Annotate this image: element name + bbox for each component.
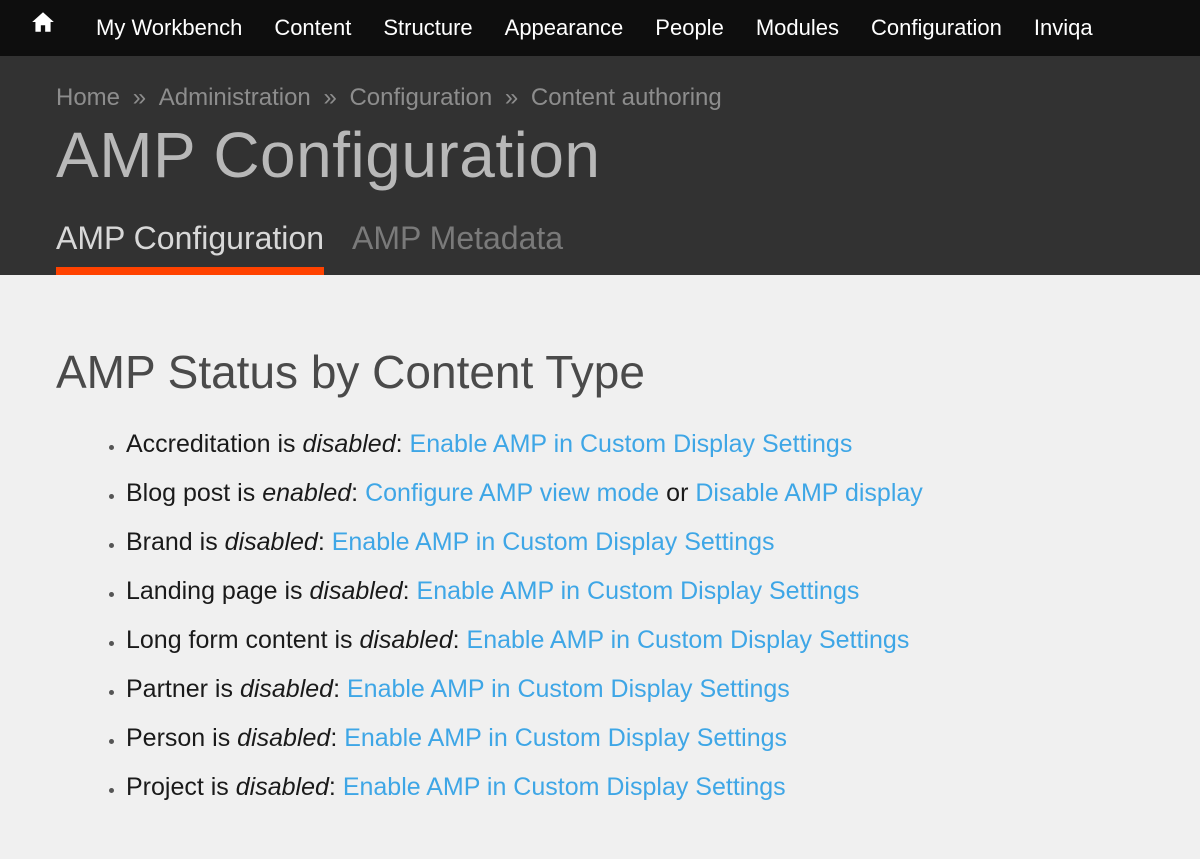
- content-type-row: Brand is disabled: Enable AMP in Custom …: [126, 525, 1144, 560]
- content-type-name: Project is: [126, 773, 236, 801]
- content-type-state: enabled: [262, 479, 351, 507]
- tab-bar: AMP Configuration AMP Metadata: [56, 220, 1144, 275]
- content-type-row: Partner is disabled: Enable AMP in Custo…: [126, 672, 1144, 707]
- breadcrumb-separator: »: [317, 84, 344, 111]
- disable-amp-link[interactable]: Disable AMP display: [695, 479, 922, 507]
- content-type-row: Project is disabled: Enable AMP in Custo…: [126, 770, 1144, 805]
- nav-item-inviqa[interactable]: Inviqa: [1018, 0, 1109, 56]
- page-header: Home » Administration » Configuration » …: [0, 56, 1200, 275]
- content-type-state: disabled: [236, 773, 329, 801]
- content-type-row: Long form content is disabled: Enable AM…: [126, 623, 1144, 658]
- enable-amp-link[interactable]: Enable AMP in Custom Display Settings: [410, 430, 853, 458]
- breadcrumb-link[interactable]: Configuration: [349, 84, 492, 111]
- content-type-state: disabled: [359, 626, 452, 654]
- content-type-name: Partner is: [126, 675, 240, 703]
- main-content: AMP Status by Content Type Accreditation…: [0, 275, 1200, 859]
- content-type-state: disabled: [225, 528, 318, 556]
- content-type-state: disabled: [302, 430, 395, 458]
- nav-item-modules[interactable]: Modules: [740, 0, 855, 56]
- nav-item-people[interactable]: People: [639, 0, 740, 56]
- content-type-state: disabled: [237, 724, 330, 752]
- enable-amp-link[interactable]: Enable AMP in Custom Display Settings: [417, 577, 860, 605]
- home-icon: [30, 9, 56, 35]
- content-type-name: Brand is: [126, 528, 225, 556]
- tab-amp-metadata[interactable]: AMP Metadata: [352, 220, 563, 275]
- nav-item-content[interactable]: Content: [258, 0, 367, 56]
- content-type-row: Blog post is enabled: Configure AMP view…: [126, 476, 1144, 511]
- content-type-name: Long form content is: [126, 626, 359, 654]
- breadcrumb-separator: »: [498, 84, 525, 111]
- nav-item-configuration[interactable]: Configuration: [855, 0, 1018, 56]
- breadcrumb-link[interactable]: Content authoring: [531, 84, 722, 111]
- configure-amp-link[interactable]: Configure AMP view mode: [365, 479, 659, 507]
- content-type-state: disabled: [309, 577, 402, 605]
- or-separator: or: [659, 479, 695, 507]
- nav-item-structure[interactable]: Structure: [367, 0, 488, 56]
- content-type-name: Landing page is: [126, 577, 309, 605]
- section-heading: AMP Status by Content Type: [56, 345, 1144, 399]
- content-type-row: Person is disabled: Enable AMP in Custom…: [126, 721, 1144, 756]
- content-type-name: Person is: [126, 724, 237, 752]
- nav-item-appearance[interactable]: Appearance: [489, 0, 640, 56]
- content-type-state: disabled: [240, 675, 333, 703]
- enable-amp-link[interactable]: Enable AMP in Custom Display Settings: [344, 724, 787, 752]
- enable-amp-link[interactable]: Enable AMP in Custom Display Settings: [343, 773, 786, 801]
- nav-home[interactable]: [10, 0, 80, 56]
- nav-item-my-workbench[interactable]: My Workbench: [80, 0, 258, 56]
- content-type-name: Accreditation is: [126, 430, 302, 458]
- breadcrumb-link[interactable]: Home: [56, 84, 120, 111]
- content-type-row: Landing page is disabled: Enable AMP in …: [126, 574, 1144, 609]
- content-type-status-list: Accreditation is disabled: Enable AMP in…: [56, 427, 1144, 805]
- top-navbar: My WorkbenchContentStructureAppearancePe…: [0, 0, 1200, 56]
- enable-amp-link[interactable]: Enable AMP in Custom Display Settings: [467, 626, 910, 654]
- enable-amp-link[interactable]: Enable AMP in Custom Display Settings: [347, 675, 790, 703]
- tab-amp-configuration[interactable]: AMP Configuration: [56, 220, 324, 275]
- breadcrumb: Home » Administration » Configuration » …: [56, 84, 1144, 112]
- breadcrumb-link[interactable]: Administration: [159, 84, 311, 111]
- content-type-row: Accreditation is disabled: Enable AMP in…: [126, 427, 1144, 462]
- breadcrumb-separator: »: [126, 84, 153, 111]
- enable-amp-link[interactable]: Enable AMP in Custom Display Settings: [332, 528, 775, 556]
- content-type-name: Blog post is: [126, 479, 262, 507]
- page-title: AMP Configuration: [56, 118, 1144, 192]
